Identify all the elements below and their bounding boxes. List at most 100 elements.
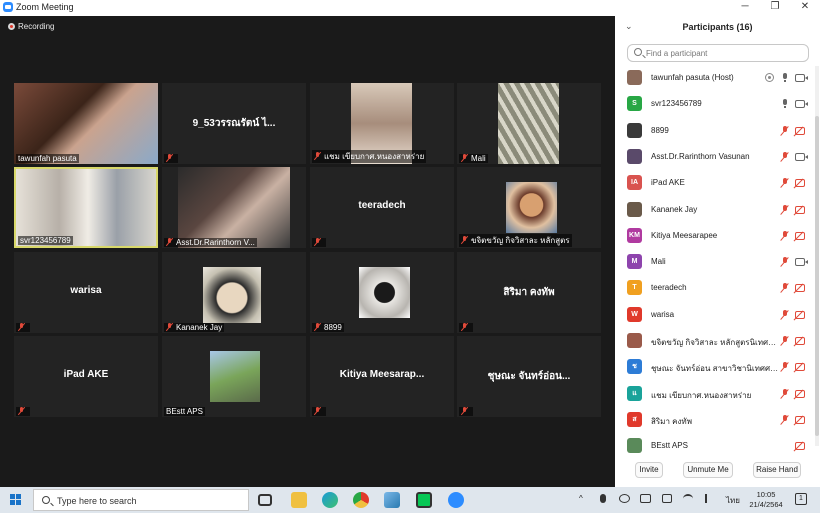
participant-row[interactable]: KM Kitiya Meesarapee <box>615 224 815 250</box>
scrollbar-thumb[interactable] <box>815 116 819 436</box>
muted-mic-icon <box>461 154 468 162</box>
video-tile[interactable]: BEstt APS <box>162 336 306 417</box>
muted-mic-icon <box>781 336 789 346</box>
video-tile[interactable]: 8899 <box>310 252 454 333</box>
muted-mic-icon <box>461 323 468 331</box>
tile-name-text: Kananek Jay <box>176 323 223 332</box>
windows-start-icon[interactable] <box>10 494 22 506</box>
muted-mic-icon <box>781 283 789 293</box>
tile-display-name: ชุษณะ จันทร์อ่อน... <box>487 371 571 382</box>
participant-row[interactable]: Kananek Jay <box>615 198 815 224</box>
video-gallery: Recording tawunfah pasuta 9_53วรรณรัตน์ ไ… <box>0 16 615 487</box>
tile-display-name: Kitiya Meesarap... <box>339 369 425 380</box>
participant-list-scrollbar[interactable] <box>815 66 819 446</box>
tile-display-name: 9_53วรรณรัตน์ ไ... <box>192 118 276 129</box>
muted-mic-icon <box>18 407 25 415</box>
muted-mic-icon <box>314 407 321 415</box>
video-off-icon <box>795 363 805 372</box>
raise-hand-button[interactable]: Raise Hand <box>753 462 801 478</box>
video-tile[interactable]: 9_53วรรณรัตน์ ไ... <box>162 83 306 164</box>
task-view-icon[interactable] <box>258 494 272 506</box>
participant-row[interactable]: BEstt APS <box>615 434 815 460</box>
muted-mic-icon <box>781 230 789 241</box>
participant-search-input[interactable] <box>646 47 806 60</box>
edge-browser-icon[interactable] <box>322 492 338 508</box>
participant-row[interactable]: Tteeradech <box>615 276 815 302</box>
participant-name: ขจิตขวัญ กิจวิสาละ หลักสูตรนิเทศศา... <box>651 338 779 347</box>
close-button[interactable]: ✕ <box>790 0 820 16</box>
video-tile[interactable]: svr123456789 <box>14 167 158 248</box>
tile-name-label <box>459 407 473 416</box>
participant-row[interactable]: M Mali <box>615 250 815 276</box>
participant-row[interactable]: 8899 <box>615 119 815 145</box>
microphone-tray-icon[interactable] <box>600 494 606 503</box>
participant-row[interactable]: ขจิตขวัญ กิจวิสาละ หลักสูตรนิเทศศา... <box>615 329 815 355</box>
wifi-tray-icon[interactable] <box>683 494 693 503</box>
video-tile[interactable]: Asst.Dr.Rarinthorn V... <box>162 167 306 248</box>
recording-label: Recording <box>18 22 55 31</box>
participant-name: svr123456789 <box>651 99 702 109</box>
video-tile[interactable]: teeradech <box>310 167 454 248</box>
participant-video <box>210 351 260 402</box>
video-tile[interactable]: แชม เขียบกาศ.หนองสาหร่าย <box>310 83 454 164</box>
participant-avatar: ช <box>627 359 642 375</box>
muted-mic-icon <box>166 238 173 246</box>
muted-mic-icon <box>166 323 173 331</box>
video-off-icon <box>795 442 805 451</box>
unmute-me-button[interactable]: Unmute Me <box>683 462 733 478</box>
muted-mic-icon <box>781 362 789 372</box>
tray-chevron-up-icon[interactable]: ^ <box>579 494 583 503</box>
participant-avatar: M <box>627 254 642 270</box>
file-explorer-icon[interactable] <box>291 492 307 508</box>
participant-name: Kananek Jay <box>651 204 698 214</box>
participant-row[interactable]: Ssvr123456789 <box>615 92 815 118</box>
video-off-icon <box>795 126 805 135</box>
input-language[interactable]: ไทย <box>726 494 740 507</box>
video-off-icon <box>795 284 805 293</box>
network-tray-icon[interactable] <box>619 494 630 503</box>
muted-mic-icon <box>781 178 789 188</box>
video-tile[interactable]: iPad AKE <box>14 336 158 417</box>
participant-row[interactable]: Asst.Dr.Rarinthorn Vasunan <box>615 145 815 171</box>
video-tile[interactable]: ชุษณะ จันทร์อ่อน... <box>457 336 601 417</box>
muted-mic-icon <box>461 407 468 415</box>
participant-search[interactable] <box>627 44 809 62</box>
video-off-icon <box>795 205 805 214</box>
video-tile[interactable]: tawunfah pasuta <box>14 83 158 164</box>
zoom-taskbar-icon[interactable] <box>448 492 464 508</box>
participant-row[interactable]: Wwarisa <box>615 303 815 329</box>
app-icon[interactable] <box>384 492 400 508</box>
tile-name-text: BEstt APS <box>166 407 203 416</box>
line-app-icon[interactable] <box>416 492 432 508</box>
restore-button[interactable]: ❐ <box>760 0 790 16</box>
participant-name: warisa <box>651 309 675 319</box>
recording-indicator[interactable]: Recording <box>8 22 54 31</box>
media-tray-icon[interactable] <box>640 494 651 503</box>
participant-row[interactable]: ช ชุษณะ จันทร์อ่อน สาขาวิชานิเทศศาส... <box>615 355 815 381</box>
participant-row[interactable]: IA iPad AKE <box>615 171 815 197</box>
video-tile[interactable]: Mali <box>457 83 601 164</box>
taskbar-clock[interactable]: 10:05 21/4/2564 <box>748 490 784 510</box>
window-title: Zoom Meeting <box>16 2 74 12</box>
participant-row[interactable]: แ แชม เขียบกาศ.หนองสาหร่าย <box>615 382 815 408</box>
participant-row[interactable]: tawunfah pasuta (Host) <box>615 66 815 92</box>
tile-name-label: Asst.Dr.Rarinthorn V... <box>164 238 257 247</box>
invite-button[interactable]: Invite <box>635 462 663 478</box>
video-tile[interactable]: ขจิตขวัญ กิจวิสาละ หลักสูตร <box>457 167 601 248</box>
participant-row[interactable]: ส สิริมา คงทัพ <box>615 408 815 434</box>
video-tile[interactable]: Kananek Jay <box>162 252 306 333</box>
battery-tray-icon[interactable] <box>662 494 672 503</box>
notification-center-icon[interactable]: 1 <box>795 493 807 505</box>
video-tile[interactable]: Kitiya Meesarap... <box>310 336 454 417</box>
participant-name: แชม เขียบกาศ.หนองสาหร่าย <box>651 390 752 400</box>
taskbar-search-box[interactable]: Type here to search <box>33 489 249 511</box>
participants-title: Participants (16) <box>682 22 753 32</box>
video-tile[interactable]: สิริมา คงทัพ <box>457 252 601 333</box>
minimize-button[interactable]: ─ <box>730 0 760 16</box>
host-record-icon <box>765 73 774 82</box>
tile-name-text: Asst.Dr.Rarinthorn V... <box>176 238 255 247</box>
video-tile[interactable]: warisa <box>14 252 158 333</box>
pen-tray-icon[interactable] <box>705 494 715 503</box>
chrome-browser-icon[interactable] <box>353 492 369 508</box>
participant-name: ชุษณะ จันทร์อ่อน สาขาวิชานิเทศศาส... <box>651 364 779 374</box>
